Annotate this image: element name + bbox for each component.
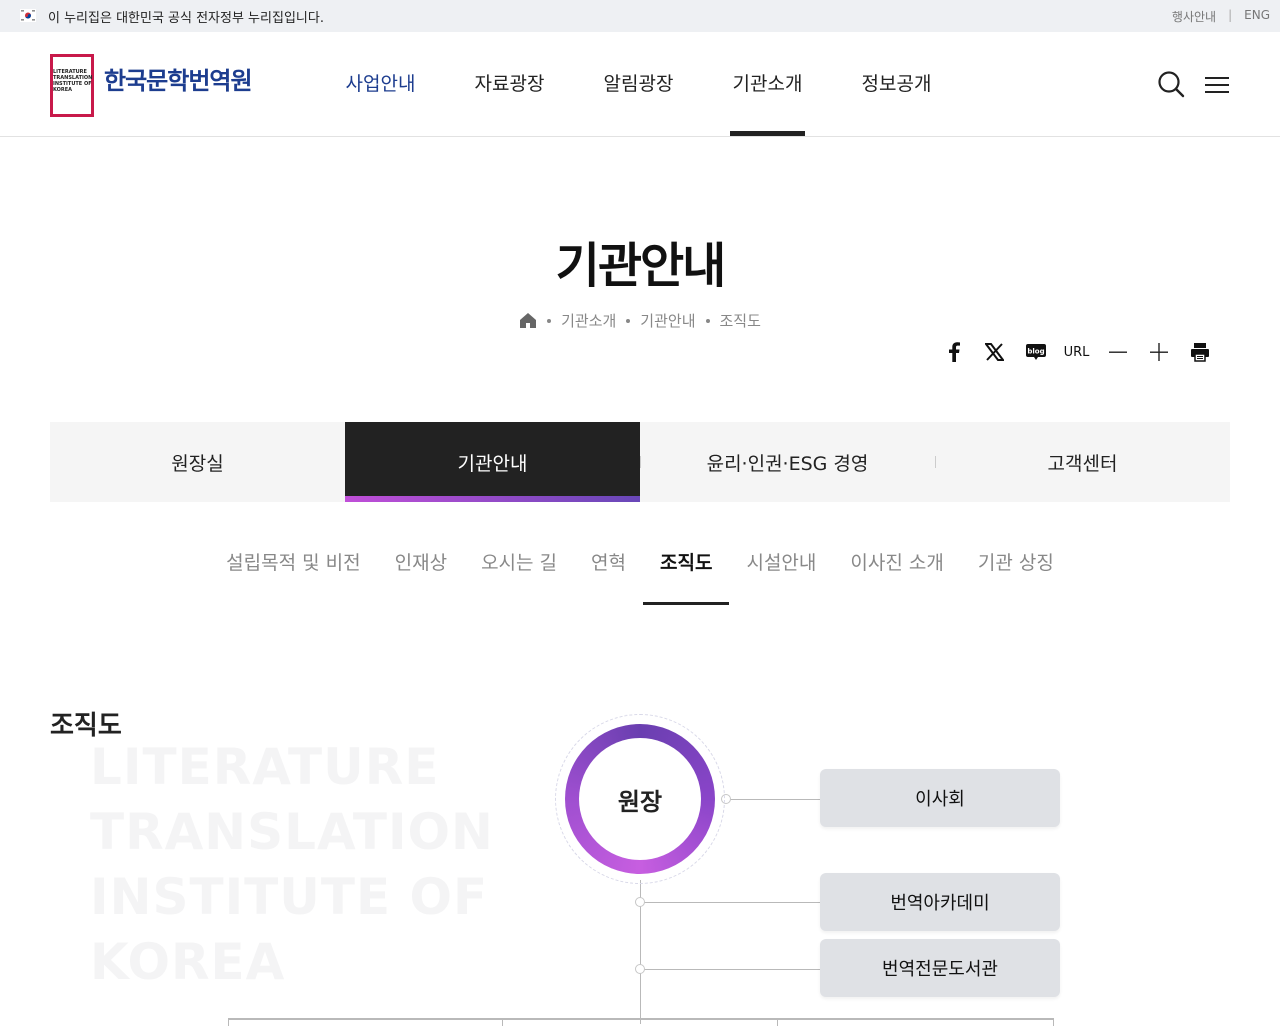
connector-line bbox=[640, 902, 820, 903]
logo-small-text: LITERATURE TRANSLATION INSTITUTE OF KORE… bbox=[53, 69, 93, 93]
zoom-out-icon[interactable] bbox=[1097, 338, 1138, 366]
subtab-org-chart[interactable]: 조직도 bbox=[643, 540, 730, 605]
main-navigation: 사업안내 자료광장 알림광장 기관소개 정보공개 bbox=[316, 32, 961, 136]
tab-institute-info[interactable]: 기관안내 bbox=[345, 422, 640, 502]
korea-flag-icon bbox=[20, 9, 36, 22]
connector-line bbox=[228, 1018, 229, 1026]
x-icon[interactable] bbox=[974, 338, 1015, 366]
subtab-talent[interactable]: 인재상 bbox=[378, 540, 464, 605]
subtab-facilities[interactable]: 시설안내 bbox=[729, 540, 833, 605]
connector-node bbox=[635, 964, 645, 974]
blog-icon[interactable]: blog bbox=[1015, 338, 1056, 366]
connector-line bbox=[1053, 1018, 1054, 1026]
director-node: 원장 bbox=[565, 724, 715, 874]
connector-line bbox=[640, 969, 820, 970]
subtab-history[interactable]: 연혁 bbox=[574, 540, 643, 605]
sub-tabs: 설립목적 및 비전 인재상 오시는 길 연혁 조직도 시설안내 이사진 소개 기… bbox=[0, 540, 1280, 605]
breadcrumb-separator bbox=[705, 318, 710, 323]
connector-line bbox=[777, 1018, 778, 1026]
subtab-board[interactable]: 이사진 소개 bbox=[833, 540, 960, 605]
director-label: 원장 bbox=[579, 738, 701, 860]
nav-resources[interactable]: 자료광장 bbox=[445, 32, 574, 136]
connector-node bbox=[635, 897, 645, 907]
connector-line bbox=[502, 1018, 503, 1026]
nav-about[interactable]: 기관소개 bbox=[703, 32, 832, 136]
tab-ethics-esg[interactable]: 윤리·인권·ESG 경영 bbox=[640, 422, 935, 502]
breadcrumb-separator bbox=[626, 318, 631, 323]
home-icon[interactable] bbox=[519, 312, 537, 329]
breadcrumb-separator bbox=[547, 318, 552, 323]
url-copy-button[interactable]: URL bbox=[1056, 338, 1097, 366]
svg-text:blog: blog bbox=[1027, 348, 1044, 356]
page-title: 기관안내 bbox=[555, 238, 727, 294]
logo-mark: LITERATURE TRANSLATION INSTITUTE OF KORE… bbox=[50, 54, 94, 117]
nav-business[interactable]: 사업안내 bbox=[316, 32, 445, 136]
org-chart: 원장 이사회 번역아카데미 번역전문도서관 bbox=[0, 700, 1280, 1026]
site-header: LITERATURE TRANSLATION INSTITUTE OF KORE… bbox=[0, 32, 1280, 137]
nav-news[interactable]: 알림광장 bbox=[574, 32, 703, 136]
connector-line bbox=[725, 799, 820, 800]
zoom-in-icon[interactable] bbox=[1138, 338, 1179, 366]
english-link[interactable]: ENG bbox=[1244, 8, 1270, 25]
library-node: 번역전문도서관 bbox=[820, 939, 1060, 997]
nav-disclosure[interactable]: 정보공개 bbox=[832, 32, 961, 136]
breadcrumb: 기관소개 기관안내 조직도 bbox=[0, 310, 1280, 331]
gov-banner-text: 이 누리집은 대한민국 공식 전자정부 누리집입니다. bbox=[48, 11, 324, 26]
share-toolbar: blog URL bbox=[933, 338, 1220, 366]
breadcrumb-item[interactable]: 기관소개 bbox=[561, 310, 616, 331]
tab-director-office[interactable]: 원장실 bbox=[50, 422, 345, 502]
event-info-link[interactable]: 행사안내 bbox=[1172, 8, 1216, 25]
utility-separator: | bbox=[1228, 8, 1233, 22]
hamburger-menu-icon[interactable] bbox=[1203, 70, 1231, 98]
subtab-directions[interactable]: 오시는 길 bbox=[464, 540, 574, 605]
facebook-icon[interactable] bbox=[933, 338, 974, 366]
utility-links: 행사안내 | ENG bbox=[1172, 8, 1270, 25]
connector-line bbox=[228, 1018, 1054, 1020]
academy-node: 번역아카데미 bbox=[820, 873, 1060, 931]
breadcrumb-item[interactable]: 기관안내 bbox=[640, 310, 695, 331]
search-icon[interactable] bbox=[1157, 70, 1185, 98]
gov-banner: 이 누리집은 대한민국 공식 전자정부 누리집입니다. 행사안내 | ENG bbox=[0, 0, 1280, 32]
site-logo[interactable]: LITERATURE TRANSLATION INSTITUTE OF KORE… bbox=[50, 54, 253, 117]
board-node: 이사회 bbox=[820, 769, 1060, 827]
subtab-purpose-vision[interactable]: 설립목적 및 비전 bbox=[209, 540, 377, 605]
tab-customer-center[interactable]: 고객센터 bbox=[935, 422, 1230, 502]
section-tabs: 원장실 기관안내 윤리·인권·ESG 경영 고객센터 bbox=[50, 422, 1230, 502]
logo-name: 한국문학번역원 bbox=[104, 67, 253, 95]
print-icon[interactable] bbox=[1179, 338, 1220, 366]
breadcrumb-item[interactable]: 조직도 bbox=[720, 310, 761, 331]
subtab-symbol[interactable]: 기관 상징 bbox=[961, 540, 1071, 605]
